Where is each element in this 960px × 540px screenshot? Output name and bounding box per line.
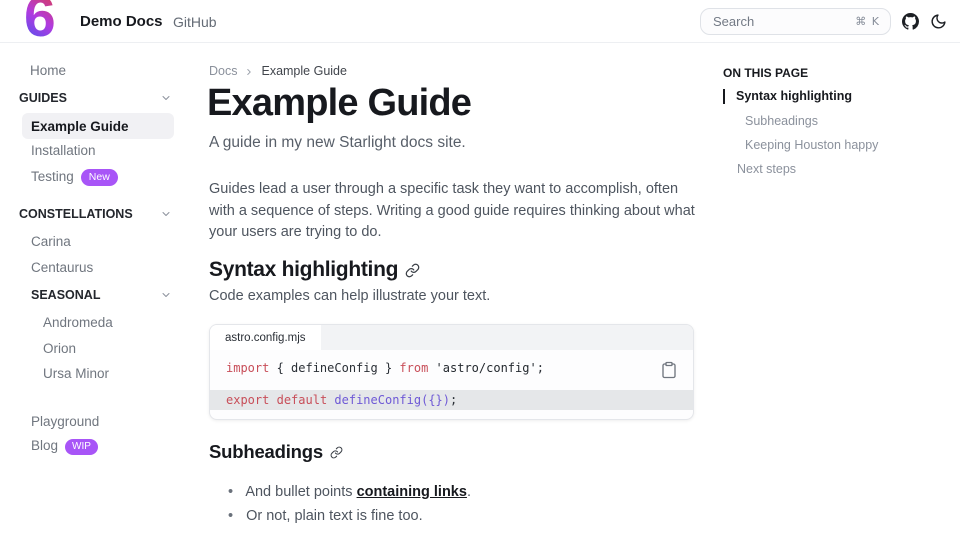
page-subtitle: A guide in my new Starlight docs site. (209, 134, 466, 152)
chevron-down-icon[interactable] (160, 289, 172, 301)
theme-toggle-moon-icon[interactable] (930, 13, 947, 30)
toc-item-subheadings[interactable]: Subheadings (745, 114, 818, 128)
toc-item-keeping-houston-happy[interactable]: Keeping Houston happy (745, 138, 878, 152)
sidebar-item-testing-label: Testing (31, 169, 74, 184)
page: 6 Demo Docs GitHub Search ⌘ K Home GUIDE… (0, 0, 960, 540)
section-heading-subheadings-label: Subheadings (209, 441, 323, 463)
toc-item-syntax-highlighting[interactable]: Syntax highlighting (736, 89, 852, 103)
chevron-right-icon (244, 66, 254, 76)
anchor-link-icon[interactable] (330, 446, 343, 459)
clipboard-icon (660, 361, 678, 379)
page-title: Example Guide (207, 82, 471, 125)
section-heading-syntax: Syntax highlighting (209, 258, 420, 282)
section-heading-subheadings: Subheadings (209, 441, 343, 463)
sidebar-item-orion[interactable]: Orion (43, 341, 76, 356)
code-body: import { defineConfig } from 'astro/conf… (210, 350, 693, 419)
sidebar-item-installation[interactable]: Installation (31, 143, 96, 158)
github-icon[interactable] (902, 13, 919, 30)
sidebar-item-example-guide-label: Example Guide (31, 119, 129, 134)
sidebar-group-guides[interactable]: GUIDES (19, 91, 67, 105)
code-line-highlighted: export default defineConfig({}); (210, 390, 693, 410)
chevron-down-icon[interactable] (160, 208, 172, 220)
breadcrumb-current: Example Guide (261, 64, 346, 78)
search-shortcut: ⌘ K (855, 15, 880, 28)
bullet-text: . (467, 484, 471, 500)
sidebar-group-constellations[interactable]: CONSTELLATIONS (19, 207, 133, 221)
list-item: And bullet points containing links. (228, 484, 471, 500)
code-filename-tab: astro.config.mjs (210, 325, 321, 350)
nav-link-github[interactable]: GitHub (173, 14, 217, 30)
syntax-caption: Code examples can help illustrate your t… (209, 288, 490, 304)
sidebar-item-playground[interactable]: Playground (31, 414, 99, 429)
sidebar-item-centaurus[interactable]: Centaurus (31, 260, 93, 275)
toc-title: ON THIS PAGE (723, 66, 808, 80)
breadcrumb: Docs Example Guide (209, 64, 347, 78)
code-line-1: import { defineConfig } from 'astro/conf… (210, 360, 693, 376)
anchor-link-icon[interactable] (405, 263, 420, 278)
sidebar-item-testing[interactable]: Testing New (31, 169, 118, 186)
wip-badge: WIP (65, 439, 98, 455)
section-heading-syntax-label: Syntax highlighting (209, 258, 398, 282)
list-item: Or not, plain text is fine too. (228, 508, 423, 524)
chevron-down-icon[interactable] (160, 92, 172, 104)
bullet-text: Or not, plain text is fine too. (246, 508, 423, 524)
site-logo-icon[interactable]: 6 (24, 0, 56, 46)
sidebar-item-andromeda[interactable]: Andromeda (43, 315, 113, 330)
bullet-text: And bullet points (245, 484, 356, 500)
copy-code-button[interactable] (657, 358, 681, 382)
breadcrumb-docs[interactable]: Docs (209, 64, 237, 78)
toc-active-indicator (723, 89, 725, 104)
sidebar-item-blog-label: Blog (31, 438, 58, 453)
search-input[interactable]: Search ⌘ K (700, 8, 891, 35)
new-badge: New (81, 169, 118, 186)
top-header: 6 Demo Docs GitHub Search ⌘ K (0, 0, 960, 43)
sidebar-item-blog[interactable]: Blog WIP (31, 438, 98, 455)
toc-item-next-steps[interactable]: Next steps (737, 162, 796, 176)
search-placeholder: Search (713, 14, 855, 29)
code-block: astro.config.mjs import { defineConfig }… (209, 324, 694, 420)
containing-links-link[interactable]: containing links (357, 484, 467, 500)
site-title[interactable]: Demo Docs (80, 13, 163, 30)
sidebar-item-home[interactable]: Home (30, 63, 66, 78)
intro-paragraph: Guides lead a user through a specific ta… (209, 179, 701, 244)
sidebar-group-seasonal[interactable]: SEASONAL (31, 288, 100, 302)
code-block-tabs: astro.config.mjs (210, 325, 693, 350)
sidebar-item-carina[interactable]: Carina (31, 234, 71, 249)
sidebar-item-ursa-minor[interactable]: Ursa Minor (43, 366, 109, 381)
